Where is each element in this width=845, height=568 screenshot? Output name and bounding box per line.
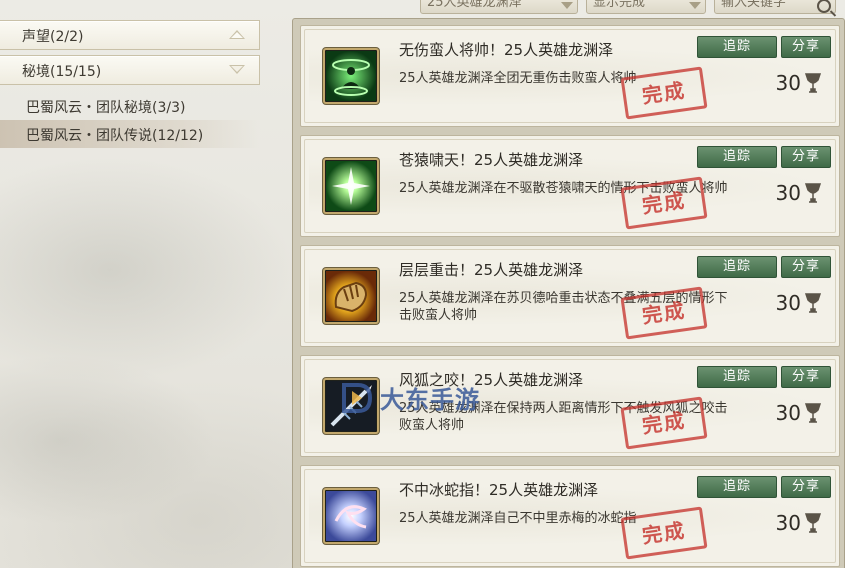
category-reputation[interactable]: 声望(2/2) <box>0 20 260 50</box>
achievement-points: 30 <box>776 181 823 205</box>
points-value: 30 <box>775 181 801 205</box>
trophy-icon <box>804 183 822 203</box>
subcategory-team-legend[interactable]: 巴蜀风云・团队传说(12/12) <box>0 120 260 148</box>
chevron-up-icon <box>229 30 245 39</box>
watermark-text: 大东手游 <box>380 386 480 414</box>
achievement-card: 不中冰蛇指！25人英雄龙渊泽 25人英雄龙渊泽自己不中里赤梅的冰蛇指 追踪 分享… <box>300 465 840 567</box>
subcategory-team-realm[interactable]: 巴蜀风云・团队秘境(3/3) <box>0 92 260 120</box>
dungeon-dropdown-value: 25人英雄龙渊泽 <box>427 0 522 10</box>
trophy-icon <box>804 73 822 93</box>
achievement-title: 不中冰蛇指！25人英雄龙渊泽 <box>399 481 599 499</box>
track-button[interactable]: 追踪 <box>697 366 777 388</box>
achievement-title: 苍猿啸天！25人英雄龙渊泽 <box>399 151 584 169</box>
achievement-points: 30 <box>776 71 823 95</box>
track-button[interactable]: 追踪 <box>697 256 777 278</box>
fist-icon <box>323 268 379 324</box>
share-button[interactable]: 分享 <box>781 146 831 168</box>
category-label: 秘境(15/15) <box>22 64 102 80</box>
category-secret-realm[interactable]: 秘境(15/15) <box>0 55 260 85</box>
filter-bar: 25人英雄龙渊泽 显示完成 输入关键字 <box>420 0 836 14</box>
search-icon[interactable] <box>817 0 831 13</box>
search-placeholder: 输入关键字 <box>721 0 787 10</box>
achievement-list: 无伤蛮人将帅！25人英雄龙渊泽 25人英雄龙渊泽全团无重伤击败蛮人将帅 追踪 分… <box>292 18 845 568</box>
achievement-card: 无伤蛮人将帅！25人英雄龙渊泽 25人英雄龙渊泽全团无重伤击败蛮人将帅 追踪 分… <box>300 25 840 127</box>
show-filter-dropdown[interactable]: 显示完成 <box>586 0 706 14</box>
trophy-icon <box>804 403 822 423</box>
share-button[interactable]: 分享 <box>781 36 831 58</box>
share-button[interactable]: 分享 <box>781 256 831 278</box>
chevron-down-icon <box>689 2 701 9</box>
share-button[interactable]: 分享 <box>781 366 831 388</box>
share-button[interactable]: 分享 <box>781 476 831 498</box>
achievement-title: 无伤蛮人将帅！25人英雄龙渊泽 <box>399 41 614 59</box>
achievement-card: 层层重击！25人英雄龙渊泽 25人英雄龙渊泽在苏贝德哈重击状态不叠满五层的情形下… <box>300 245 840 347</box>
chevron-down-icon <box>561 2 573 9</box>
category-label: 声望(2/2) <box>22 29 84 45</box>
points-value: 30 <box>775 511 801 535</box>
points-value: 30 <box>775 401 801 425</box>
watermark-logo-icon <box>342 382 373 413</box>
subcategory-label: 巴蜀风云・团队传说(12/12) <box>26 128 204 144</box>
achievement-points: 30 <box>776 401 823 425</box>
burst-icon <box>323 158 379 214</box>
achievement-card: 苍猿啸天！25人英雄龙渊泽 25人英雄龙渊泽在不驱散苍猿啸天的情形下击败蛮人将帅… <box>300 135 840 237</box>
track-button[interactable]: 追踪 <box>697 146 777 168</box>
points-value: 30 <box>775 291 801 315</box>
trophy-icon <box>804 513 822 533</box>
achievement-points: 30 <box>776 511 823 535</box>
meditation-icon <box>323 48 379 104</box>
points-value: 30 <box>775 71 801 95</box>
track-button[interactable]: 追踪 <box>697 476 777 498</box>
achievement-title: 层层重击！25人英雄龙渊泽 <box>399 261 584 279</box>
show-filter-value: 显示完成 <box>593 0 646 10</box>
watermark: 大东手游 <box>340 380 480 415</box>
subcategory-label: 巴蜀风云・团队秘境(3/3) <box>26 100 186 116</box>
dungeon-dropdown[interactable]: 25人英雄龙渊泽 <box>420 0 578 14</box>
chevron-down-icon <box>229 65 245 74</box>
search-input[interactable]: 输入关键字 <box>714 0 836 14</box>
achievement-points: 30 <box>776 291 823 315</box>
ice-swirl-icon <box>323 488 379 544</box>
track-button[interactable]: 追踪 <box>697 36 777 58</box>
trophy-icon <box>804 293 822 313</box>
